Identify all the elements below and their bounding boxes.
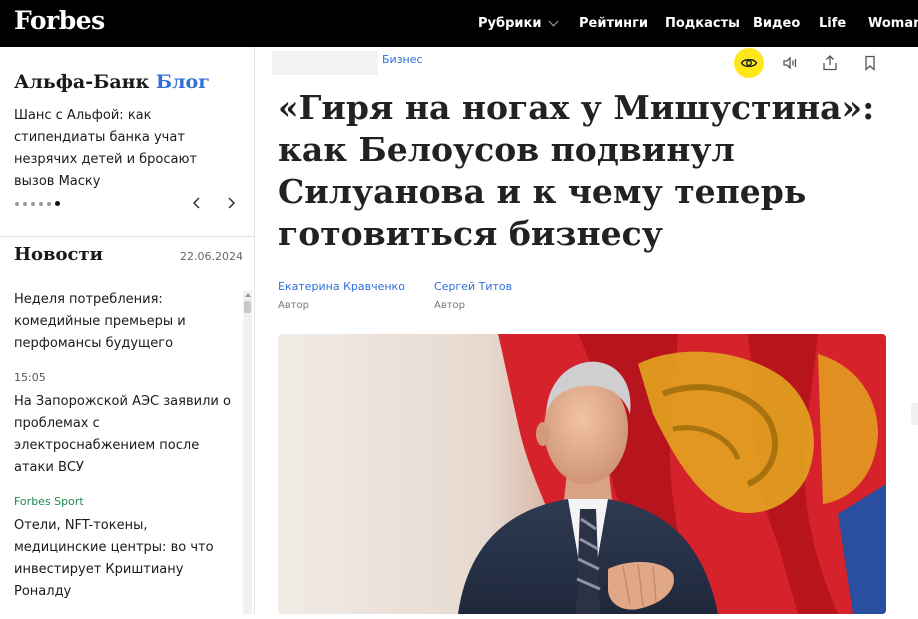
sidebar-divider [0,236,255,237]
nav-life[interactable]: Life [819,0,846,47]
nav-video[interactable]: Видео [753,0,800,47]
carousel-next-button[interactable] [223,195,239,211]
author-role: Автор [278,300,310,311]
nav-ratings[interactable]: Рейтинги [579,0,648,47]
carousel-dot[interactable] [47,201,51,206]
share-button[interactable] [815,48,845,78]
scrollbar-thumb[interactable] [244,301,251,313]
carousel-dot[interactable] [15,201,19,206]
share-icon [823,55,837,71]
promo-brand[interactable]: Альфа-Банк Блог [14,71,210,93]
news-section-title[interactable]: Новости [14,244,103,265]
author-block: Сергей Титов Автор [434,280,512,311]
eye-icon [740,58,758,68]
news-headline[interactable]: На Запорожской АЭС заявили о проблемах с… [14,391,239,479]
author-name-link[interactable]: Екатерина Кравченко [278,280,405,293]
side-panel-tab[interactable] [911,403,918,425]
promo-brand-name: Альфа-Банк [14,71,150,93]
scroll-up-arrow-icon[interactable] [245,293,251,297]
news-date: 22.06.2024 [180,250,243,263]
news-headline[interactable]: Отели, NFT-токены, медицинские центры: в… [14,515,239,603]
carousel-prev-button[interactable] [189,195,205,211]
carousel-dot[interactable] [23,201,27,206]
listen-audio-button[interactable] [775,48,805,78]
audio-icon [783,56,797,70]
carousel-dot[interactable] [39,201,43,206]
bookmark-icon [865,55,875,71]
top-navigation-bar: Forbes Рубрики Рейтинги Подкасты Видео L… [0,0,918,47]
article-photo [278,334,886,614]
article-headline: «Гиря на ногах у Мишустина»: как Белоусо… [278,88,875,253]
news-item[interactable]: 15:05 На Запорожской АЭС заявили о пробл… [14,371,239,479]
author-block: Екатерина Кравченко Автор [278,280,405,311]
article-main: Бизнес «Гиря на ногах у Мишустина»: как … [256,47,918,614]
view-mode-button[interactable] [734,48,764,78]
carousel-dot[interactable] [31,201,35,206]
chevron-down-icon [548,16,559,27]
news-item[interactable]: Неделя потребления: комедийные премьеры … [14,289,239,355]
nav-rubrics-menu[interactable]: Рубрики [478,0,559,47]
carousel-dots [15,201,60,206]
author-name-link[interactable]: Сергей Титов [434,280,512,293]
bookmark-button[interactable] [855,48,885,78]
news-rubric-label[interactable]: Forbes Sport [14,495,239,508]
nav-podcasts[interactable]: Подкасты [665,0,740,47]
article-photo-illustration [278,334,886,614]
promo-brand-blog: Блог [155,71,210,93]
news-scrollbar[interactable] [243,291,252,614]
news-list: Неделя потребления: комедийные премьеры … [14,289,239,619]
news-headline[interactable]: Неделя потребления: комедийные премьеры … [14,289,239,355]
forbes-logo[interactable]: Forbes [14,6,105,35]
breadcrumb-placeholder [272,51,378,75]
nav-woman[interactable]: Woman [868,0,918,47]
article-category-link[interactable]: Бизнес [382,53,423,66]
news-item[interactable]: Forbes Sport Отели, NFT-токены, медицинс… [14,495,239,603]
nav-rubrics-label: Рубрики [478,16,542,31]
news-time: 15:05 [14,371,46,384]
chevron-right-icon [228,197,236,209]
chevron-left-icon [192,197,200,209]
carousel-dot-active[interactable] [55,201,60,206]
promo-text[interactable]: Шанс с Альфой: как стипендиаты банка уча… [14,105,239,193]
author-role: Автор [434,300,466,311]
sidebar: Альфа-Банк Блог Шанс с Альфой: как стипе… [0,47,255,614]
